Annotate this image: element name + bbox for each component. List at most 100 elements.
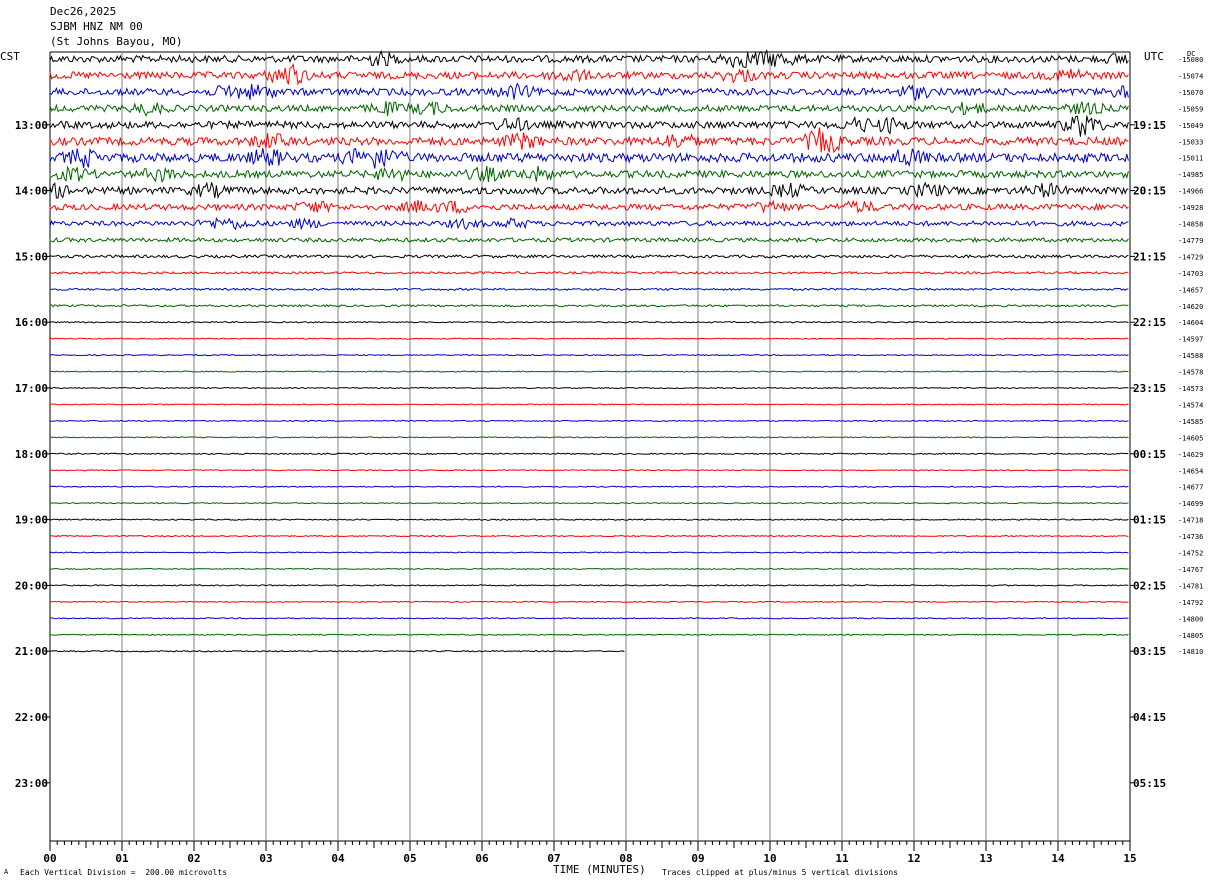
seismic-trace (49, 386, 1129, 390)
utc-hour-label: 03:15 (1133, 645, 1166, 658)
cst-hour-label: 23:00 (15, 777, 48, 790)
seismic-trace (49, 270, 1129, 275)
seismic-trace (49, 63, 1129, 86)
seismic-trace (49, 403, 1129, 406)
dc-offset-label: -14699 (1178, 500, 1203, 508)
x-tick-label: 11 (835, 852, 849, 865)
seismic-trace (49, 287, 1129, 292)
dc-offset-label: -14718 (1178, 517, 1203, 525)
dc-offset-label: -14574 (1178, 401, 1203, 409)
seismic-trace (49, 304, 1129, 308)
cst-hour-label: 19:00 (15, 514, 48, 527)
dc-offset-label: -14654 (1178, 467, 1203, 475)
seismic-trace (49, 617, 1129, 620)
cst-hour-label: 22:00 (15, 711, 48, 724)
x-tick-label: 02 (187, 852, 200, 865)
dc-offset-label: -14585 (1178, 418, 1203, 426)
dc-offset-label: -15059 (1178, 105, 1203, 113)
seismic-trace (49, 485, 1129, 488)
cst-hour-label: 18:00 (15, 448, 48, 461)
seismic-trace (49, 115, 1129, 137)
dc-offset-label: -15033 (1178, 138, 1203, 146)
cst-hour-label: 16:00 (15, 316, 48, 329)
x-tick-label: 14 (1051, 852, 1065, 865)
dc-offset-label: -14604 (1178, 319, 1203, 327)
x-tick-label: 04 (331, 852, 345, 865)
cst-hour-label: 14:00 (15, 185, 48, 198)
x-tick-label: 06 (475, 852, 489, 865)
seismic-trace (49, 370, 1129, 373)
x-tick-label: 05 (403, 852, 416, 865)
x-axis-title: TIME (MINUTES) (553, 863, 646, 876)
dc-offset-label: -14792 (1178, 599, 1203, 607)
dc-offset-label: -15070 (1178, 89, 1203, 97)
dc-offset-label: -14620 (1178, 303, 1203, 311)
utc-hour-label: 04:15 (1133, 711, 1166, 724)
dc-offset-label: -14736 (1178, 533, 1203, 541)
dc-offset-label: -14573 (1178, 385, 1203, 393)
seismic-trace (49, 354, 1129, 357)
x-tick-label: 15 (1123, 852, 1136, 865)
seismic-trace (49, 82, 1129, 102)
utc-hour-label: 20:15 (1133, 185, 1166, 198)
dc-offset-label: -14781 (1178, 582, 1203, 590)
dc-offset-label: -15011 (1178, 155, 1203, 163)
seismic-trace (49, 254, 1129, 259)
x-tick-label: 09 (691, 852, 704, 865)
dc-offset-label: -14729 (1178, 253, 1203, 261)
dc-offset-label: -14657 (1178, 286, 1203, 294)
dc-offset-label: -14800 (1178, 615, 1203, 623)
seismic-trace (49, 236, 1129, 244)
scale-note: Each Vertical Division = 200.00 microvol… (20, 868, 228, 877)
dc-offset-label: -14805 (1178, 632, 1203, 640)
seismic-trace (49, 100, 1129, 118)
utc-hour-label: 23:15 (1133, 382, 1166, 395)
utc-hour-label: 19:15 (1133, 119, 1166, 132)
seismic-trace (49, 567, 1129, 570)
seismic-trace (49, 452, 1129, 456)
utc-hour-label: 22:15 (1133, 316, 1166, 329)
dc-offset-label: -14752 (1178, 550, 1203, 558)
seismic-trace (49, 216, 1129, 231)
seismic-trace (49, 199, 1129, 215)
seismic-trace (49, 49, 1129, 69)
dc-offset-label: -14779 (1178, 237, 1203, 245)
dc-offset-label: -14810 (1178, 648, 1203, 656)
dc-offset-label: -14767 (1178, 566, 1203, 574)
dc-offset-label: -14985 (1178, 171, 1203, 179)
x-tick-label: 00 (43, 852, 56, 865)
dc-offset-label: -14677 (1178, 484, 1203, 492)
cst-hour-label: 15:00 (15, 250, 48, 263)
dc-offset-label: -14578 (1178, 369, 1203, 377)
seismic-trace (49, 584, 1129, 587)
x-tick-label: 01 (115, 852, 129, 865)
helicorder-plot: 00 01 02 03 04 05 06 07 08 09 10 11 12 13 14 15-15080-1… (15, 49, 1203, 865)
dc-offset-label: -15049 (1178, 122, 1203, 130)
utc-hour-label: 21:15 (1133, 250, 1166, 263)
cst-hour-label: 21:00 (15, 645, 48, 658)
cst-hour-label: 13:00 (15, 119, 48, 132)
x-tick-label: 13 (979, 852, 992, 865)
dc-offset-label: -15080 (1178, 56, 1203, 64)
dc-offset-label: -14605 (1178, 434, 1203, 442)
seismic-trace (49, 551, 1129, 554)
dc-offset-label: -14703 (1178, 270, 1203, 278)
cst-hour-label: 17:00 (15, 382, 48, 395)
x-tick-label: 12 (907, 852, 920, 865)
seismic-trace (49, 181, 1129, 200)
dc-offset-label: -14966 (1178, 188, 1203, 196)
seismic-trace (49, 127, 1129, 154)
cst-hour-label: 20:00 (15, 579, 48, 592)
seismic-trace (49, 650, 625, 653)
dc-offset-label: -14588 (1178, 352, 1203, 360)
dc-offset-label: -15074 (1178, 72, 1203, 80)
seismic-trace (49, 633, 1129, 636)
seismic-trace (49, 502, 1129, 505)
seismic-trace (49, 320, 1129, 324)
clip-note: Traces clipped at plus/minus 5 vertical … (662, 868, 899, 877)
dc-offset-label: -14928 (1178, 204, 1203, 212)
utc-hour-label: 02:15 (1133, 579, 1166, 592)
dc-offset-label: -14597 (1178, 336, 1203, 344)
seismic-trace (49, 436, 1129, 439)
seismic-trace (49, 419, 1129, 422)
